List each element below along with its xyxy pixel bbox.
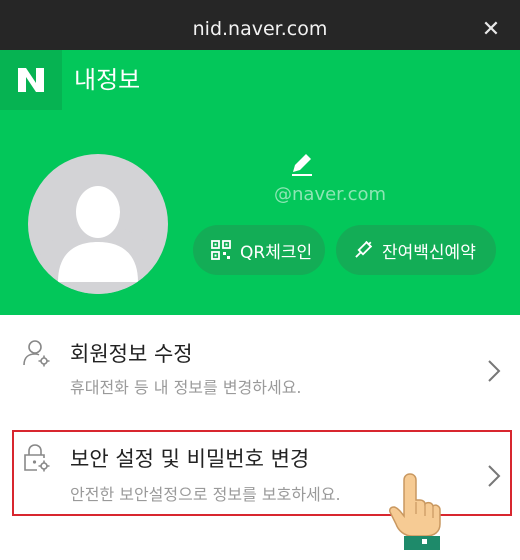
qr-checkin-button[interactable]: QR체크인 — [193, 225, 325, 275]
menu-item-title: 보안 설정 및 비밀번호 변경 — [70, 447, 310, 471]
qr-code-icon — [210, 239, 232, 261]
lock-settings-icon — [22, 443, 52, 473]
menu-item-edit-member-info[interactable]: 회원정보 수정 휴대전화 등 내 정보를 변경하세요. — [0, 318, 520, 413]
naver-logo[interactable] — [0, 50, 62, 110]
menu-item-description: 휴대전화 등 내 정보를 변경하세요. — [70, 378, 302, 397]
url-text: nid.naver.com — [192, 18, 328, 40]
vaccine-booking-label: 잔여백신예약 — [382, 242, 476, 263]
pointing-hand-icon — [382, 470, 452, 550]
qr-checkin-label: QR체크인 — [240, 242, 313, 263]
chevron-right-icon — [486, 358, 502, 384]
menu-item-description: 안전한 보안설정으로 정보를 보호하세요. — [70, 485, 341, 504]
close-icon[interactable]: ✕ — [476, 13, 506, 47]
chevron-right-icon — [486, 463, 502, 489]
avatar[interactable] — [28, 154, 168, 294]
page-title: 내정보 — [74, 66, 141, 94]
app-header: 내정보 — [0, 50, 520, 110]
profile-section: @naver.com QR체크인 잔여백신예약 — [0, 110, 520, 315]
default-user-icon — [28, 186, 168, 294]
pencil-edit-icon[interactable] — [288, 150, 316, 178]
browser-titlebar: nid.naver.com ✕ — [0, 0, 520, 50]
user-email: @naver.com — [274, 184, 387, 205]
vaccine-booking-button[interactable]: 잔여백신예약 — [336, 225, 496, 275]
menu-item-title: 회원정보 수정 — [70, 342, 193, 366]
user-gear-icon — [22, 338, 52, 368]
syringe-icon — [352, 239, 374, 261]
